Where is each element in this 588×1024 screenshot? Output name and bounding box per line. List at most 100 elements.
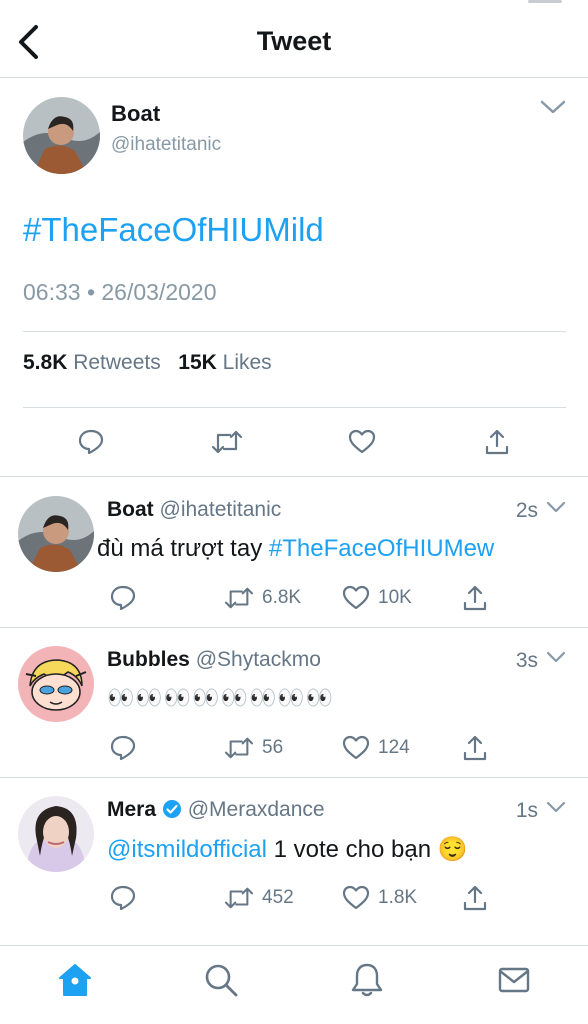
- retweet-icon: [224, 737, 254, 759]
- share-button[interactable]: [462, 582, 488, 614]
- reply-author-handle[interactable]: @ihatetitanic: [160, 498, 282, 521]
- tab-home[interactable]: [53, 958, 97, 1002]
- reply-options-button[interactable]: [546, 800, 566, 819]
- retweets-stat[interactable]: 5.8K Retweets: [23, 351, 161, 374]
- avatar[interactable]: [18, 646, 94, 722]
- search-icon: [205, 964, 238, 997]
- author-handle[interactable]: @ihatetitanic: [111, 134, 221, 156]
- reply-tweet[interactable]: Mera @Meraxdance 1s @itsmildofficial 1 v…: [0, 778, 588, 944]
- reply-author-name[interactable]: Bubbles: [107, 648, 190, 671]
- reply-header: Boat @ihatetitanic: [107, 498, 281, 522]
- reply-button[interactable]: [109, 732, 137, 764]
- reply-text: đù má trượt tay #TheFaceOfHIUMew: [97, 535, 494, 563]
- reply-button[interactable]: [109, 582, 137, 614]
- tweet-timestamp: 06:33 • 26/03/2020: [23, 279, 217, 305]
- heart-icon: [342, 735, 370, 760]
- reply-tweet[interactable]: Bubbles @Shytackmo 3s 👀👀👀👀👀👀👀👀 56 124: [0, 628, 588, 778]
- tweet-text[interactable]: #TheFaceOfHIUMild: [23, 211, 324, 249]
- retweet-count: 452: [262, 887, 294, 908]
- reply-text-plain: đù má trượt tay: [97, 535, 269, 562]
- tweet-stats: 5.8K Retweets 15K Likes: [23, 351, 272, 375]
- tab-messages[interactable]: [492, 958, 536, 1002]
- chevron-down-icon: [540, 100, 566, 114]
- reply-actions: 6.8K 10K: [0, 582, 588, 614]
- hashtag-link[interactable]: #TheFaceOfHIUMild: [23, 211, 324, 248]
- avatar[interactable]: [23, 97, 100, 174]
- retweet-count: 6.8K: [262, 587, 302, 608]
- divider: [23, 331, 566, 332]
- heart-icon: [342, 885, 370, 910]
- like-count: 124: [378, 737, 410, 758]
- top-edge-handle: [528, 0, 562, 3]
- like-button[interactable]: 1.8K: [342, 882, 417, 914]
- retweet-icon: [211, 430, 243, 454]
- author-name[interactable]: Boat: [111, 101, 160, 127]
- reply-text-plain: 👀👀👀👀👀👀👀👀: [107, 685, 335, 710]
- bell-icon: [351, 963, 383, 997]
- tab-search[interactable]: [199, 958, 243, 1002]
- retweets-count: 5.8K: [23, 351, 68, 374]
- reply-author-name[interactable]: Mera: [107, 798, 156, 821]
- chevron-down-icon: [546, 501, 566, 513]
- reply-options-button[interactable]: [546, 650, 566, 669]
- share-icon: [463, 735, 487, 761]
- reply-icon: [110, 735, 136, 761]
- top-navigation-bar: Tweet: [0, 0, 588, 78]
- reply-options-button[interactable]: [546, 500, 566, 519]
- tweet-actions: [0, 424, 588, 460]
- reply-text: 👀👀👀👀👀👀👀👀: [107, 685, 334, 711]
- reply-button[interactable]: [73, 424, 109, 460]
- reply-icon: [110, 885, 136, 911]
- verified-badge-icon: [162, 800, 181, 818]
- heart-icon: [342, 585, 370, 610]
- like-button[interactable]: [344, 424, 380, 460]
- chevron-down-icon: [546, 651, 566, 663]
- bottom-tab-bar: [0, 945, 588, 1024]
- share-button[interactable]: [479, 424, 515, 460]
- reply-author-name[interactable]: Boat: [107, 498, 154, 521]
- avatar[interactable]: [18, 796, 94, 872]
- mail-icon: [498, 967, 530, 993]
- likes-count: 15K: [178, 351, 217, 374]
- mention-link[interactable]: @itsmildofficial: [107, 836, 267, 863]
- retweet-button[interactable]: 56: [224, 732, 283, 764]
- like-button[interactable]: 10K: [342, 582, 412, 614]
- share-icon: [485, 429, 509, 455]
- page-title: Tweet: [256, 26, 332, 56]
- share-icon: [463, 585, 487, 611]
- likes-label: Likes: [222, 351, 272, 374]
- reply-text: @itsmildofficial 1 vote cho bạn 😌: [107, 835, 468, 864]
- share-button[interactable]: [462, 732, 488, 764]
- retweets-label: Retweets: [73, 351, 161, 374]
- reply-actions: 452 1.8K: [0, 882, 588, 914]
- avatar[interactable]: [18, 496, 94, 572]
- reply-timestamp: 1s: [515, 799, 538, 822]
- reply-text-plain: 1 vote cho bạn 😌: [266, 836, 468, 863]
- share-button[interactable]: [462, 882, 488, 914]
- retweet-button[interactable]: 6.8K: [224, 582, 301, 614]
- tweet-options-button[interactable]: [540, 99, 566, 120]
- reply-author-handle[interactable]: @Meraxdance: [188, 798, 325, 821]
- reply-author-handle[interactable]: @Shytackmo: [196, 648, 321, 671]
- reply-actions: 56 124: [0, 732, 588, 764]
- retweet-button[interactable]: [209, 424, 245, 460]
- reply-timestamp: 3s: [515, 649, 538, 672]
- retweet-icon: [224, 587, 254, 609]
- home-icon: [59, 964, 91, 996]
- retweet-icon: [224, 887, 254, 909]
- reply-button[interactable]: [109, 882, 137, 914]
- likes-stat[interactable]: 15K Likes: [178, 351, 271, 374]
- retweet-count: 56: [262, 737, 284, 758]
- reply-icon: [78, 429, 104, 455]
- tab-notifications[interactable]: [345, 958, 389, 1002]
- reply-tweet[interactable]: Boat @ihatetitanic 2s đù má trượt tay #T…: [0, 478, 588, 628]
- retweet-button[interactable]: 452: [224, 882, 294, 914]
- like-count: 1.8K: [378, 887, 418, 908]
- like-count: 10K: [378, 587, 412, 608]
- chevron-down-icon: [546, 801, 566, 813]
- like-button[interactable]: 124: [342, 732, 410, 764]
- hashtag-link[interactable]: #TheFaceOfHIUMew: [269, 535, 494, 562]
- main-tweet: Boat @ihatetitanic #TheFaceOfHIUMild 06:…: [0, 79, 588, 477]
- heart-icon: [348, 429, 376, 454]
- share-icon: [463, 885, 487, 911]
